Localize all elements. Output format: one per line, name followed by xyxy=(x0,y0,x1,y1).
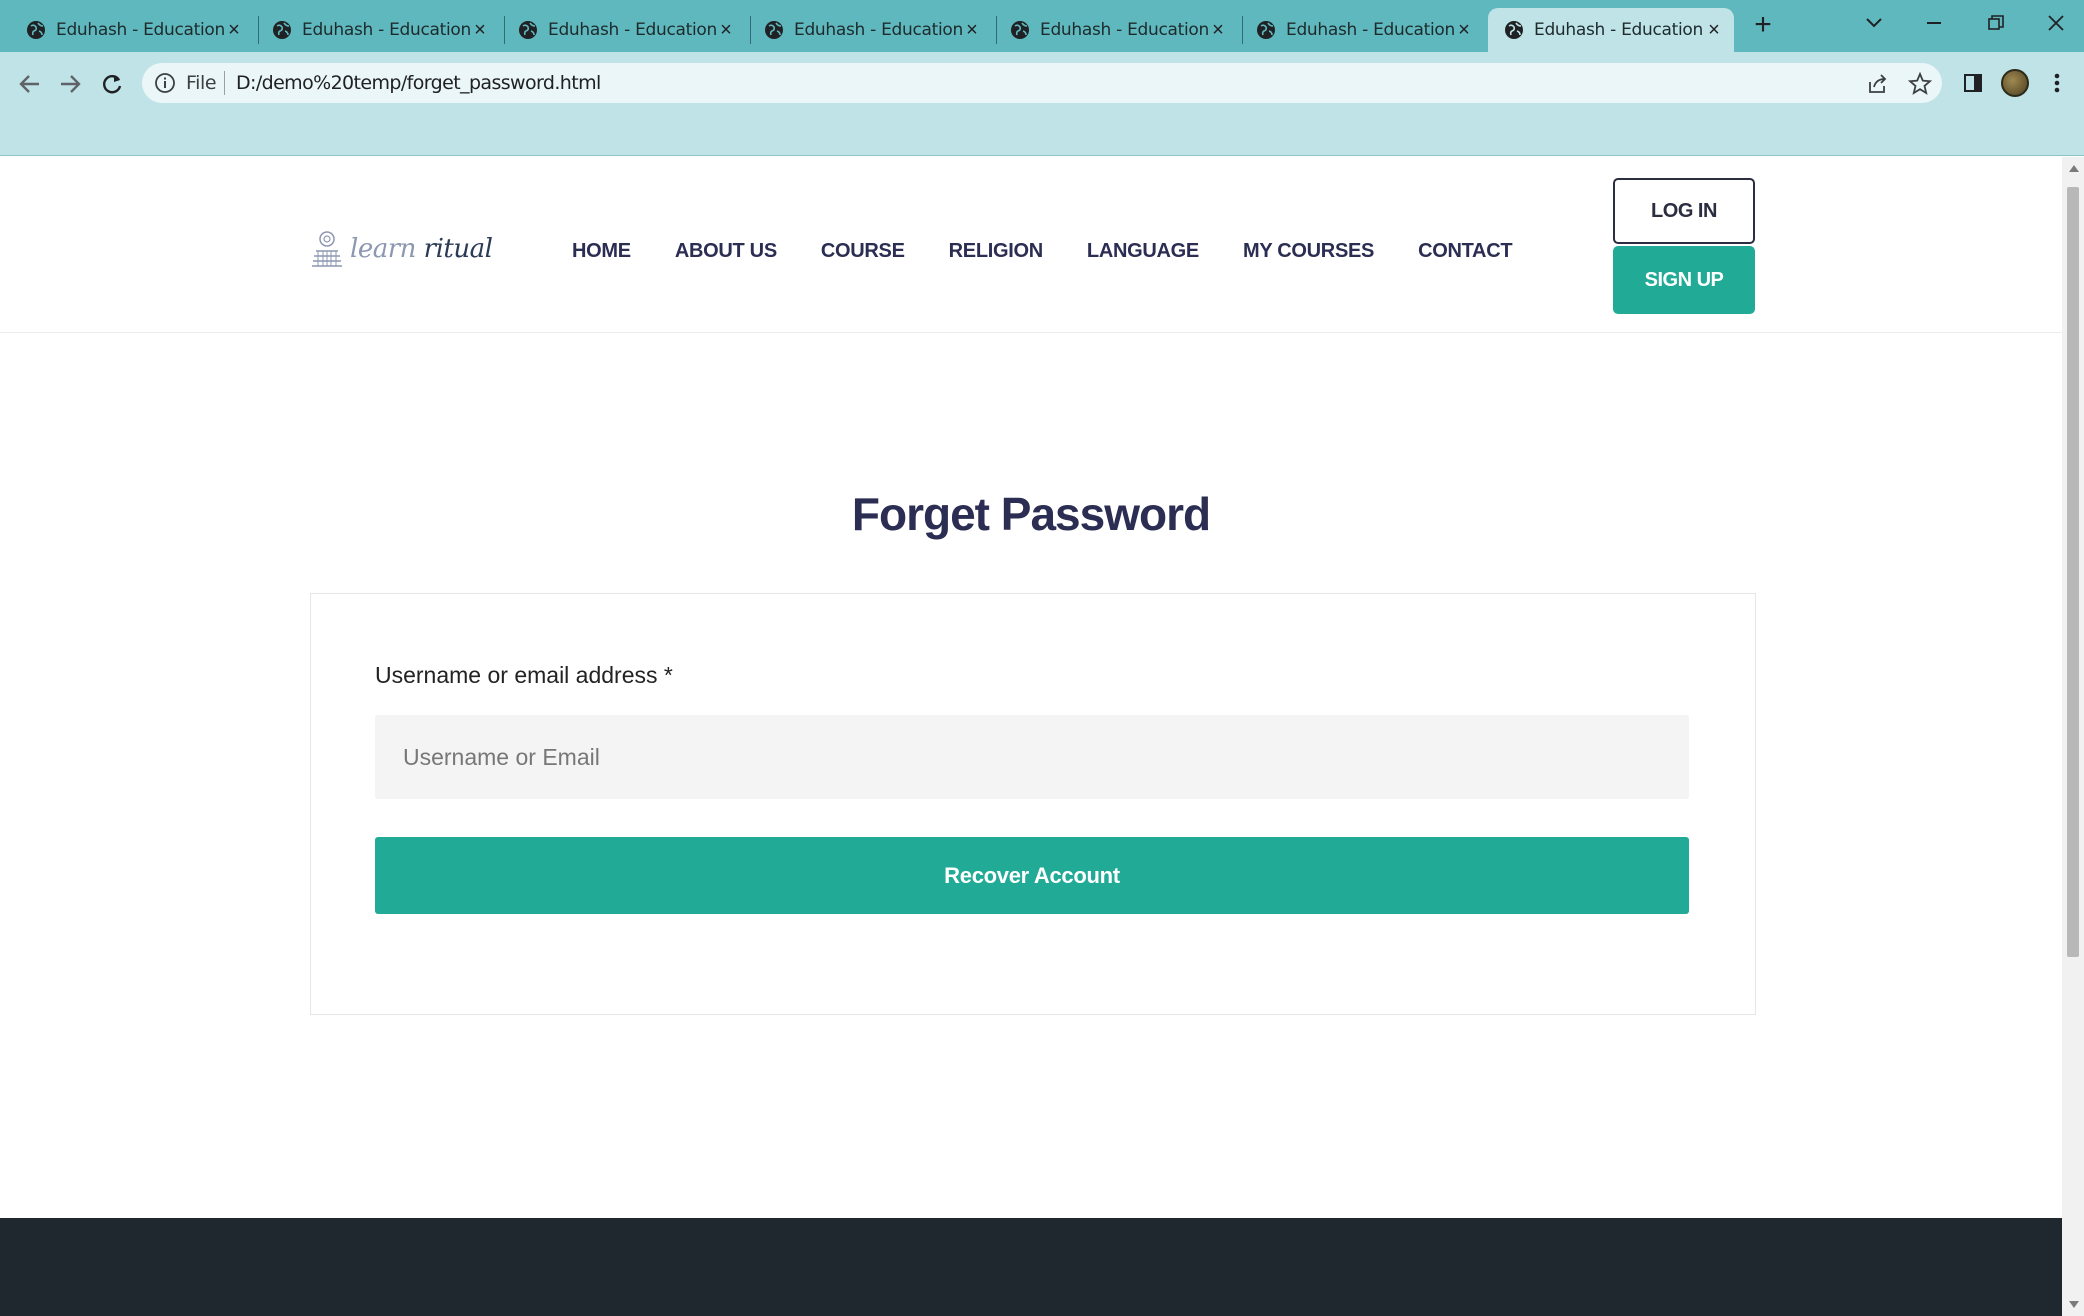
username-email-label: Username or email address * xyxy=(375,662,673,688)
close-tab-icon[interactable]: × xyxy=(1208,19,1228,41)
browser-tab-strip: Eduhash - Education LMS × Eduhash - Educ… xyxy=(0,0,2084,52)
bookmark-star-icon[interactable] xyxy=(1908,72,1932,96)
browser-tab-active[interactable]: Eduhash - Education LMS × xyxy=(1488,8,1734,52)
tab-search-icon[interactable] xyxy=(1854,6,1894,40)
tab-title: Eduhash - Education LMS xyxy=(1040,20,1208,40)
nav-my-courses[interactable]: MY COURSES xyxy=(1243,240,1374,263)
share-icon[interactable] xyxy=(1866,72,1890,96)
scroll-down-arrow-icon[interactable] xyxy=(2069,1301,2079,1308)
site-footer xyxy=(0,1218,2062,1316)
nav-contact[interactable]: CONTACT xyxy=(1418,240,1512,263)
back-arrow-icon[interactable] xyxy=(12,66,48,102)
tab-title: Eduhash - Education LMS xyxy=(1286,20,1454,40)
page-scrollbar[interactable] xyxy=(2062,157,2084,1316)
login-button[interactable]: LOG IN xyxy=(1613,178,1755,244)
nav-religion[interactable]: RELIGION xyxy=(949,240,1044,263)
globe-icon xyxy=(765,21,783,39)
main-nav: HOME ABOUT US COURSE RELIGION LANGUAGE M… xyxy=(572,231,1513,271)
tab-title: Eduhash - Education LMS xyxy=(56,20,224,40)
globe-icon xyxy=(1257,21,1275,39)
site-logo[interactable]: learn ritual xyxy=(310,227,493,271)
close-tab-icon[interactable]: × xyxy=(224,19,244,41)
minimize-icon[interactable] xyxy=(1914,6,1954,40)
close-tab-icon[interactable]: × xyxy=(962,19,982,41)
forward-arrow-icon[interactable] xyxy=(52,66,88,102)
username-email-input[interactable] xyxy=(375,715,1689,799)
profile-avatar[interactable] xyxy=(1998,66,2032,100)
close-tab-icon[interactable]: × xyxy=(1454,19,1474,41)
browser-tab[interactable]: Eduhash - Education LMS × xyxy=(256,8,500,52)
forget-password-card: Username or email address * Recover Acco… xyxy=(310,593,1756,1015)
signup-button[interactable]: SIGN UP xyxy=(1613,246,1755,314)
recover-account-button[interactable]: Recover Account xyxy=(375,837,1689,914)
site-header: learn ritual HOME ABOUT US COURSE RELIGI… xyxy=(0,157,2062,333)
globe-icon xyxy=(1505,21,1523,39)
browser-tab[interactable]: Eduhash - Education LMS × xyxy=(994,8,1238,52)
globe-icon xyxy=(519,21,537,39)
scroll-up-arrow-icon[interactable] xyxy=(2069,165,2079,172)
scroll-thumb[interactable] xyxy=(2067,187,2079,957)
globe-icon xyxy=(27,21,45,39)
close-tab-icon[interactable]: × xyxy=(716,19,736,41)
new-tab-icon[interactable]: + xyxy=(1748,10,1778,44)
info-icon[interactable] xyxy=(154,72,176,94)
nav-course[interactable]: COURSE xyxy=(821,240,905,263)
nav-language[interactable]: LANGUAGE xyxy=(1087,240,1199,263)
browser-tab[interactable]: Eduhash - Education LMS × xyxy=(502,8,746,52)
address-separator xyxy=(224,71,225,95)
reload-icon[interactable] xyxy=(94,66,130,102)
tab-title: Eduhash - Education LMS xyxy=(548,20,716,40)
page-viewport: learn ritual HOME ABOUT US COURSE RELIGI… xyxy=(0,157,2062,1316)
browser-tab[interactable]: Eduhash - Education LMS × xyxy=(10,8,254,52)
tab-title: Eduhash - Education LMS xyxy=(1534,20,1704,40)
side-panel-icon[interactable] xyxy=(1956,66,1990,100)
logo-word-ritual: ritual xyxy=(423,234,493,264)
page-title: Forget Password xyxy=(851,488,1211,540)
url-scheme-label: File xyxy=(186,72,217,94)
close-tab-icon[interactable]: × xyxy=(1704,19,1724,41)
close-window-icon[interactable] xyxy=(2036,6,2076,40)
url-text[interactable]: D:/demo%20temp/forget_password.html xyxy=(236,72,601,94)
browser-toolbar: File D:/demo%20temp/forget_password.html xyxy=(0,52,2084,156)
nav-home[interactable]: HOME xyxy=(572,240,631,263)
browser-tab[interactable]: Eduhash - Education LMS × xyxy=(1240,8,1484,52)
logo-word-learn: learn xyxy=(350,234,416,264)
nav-about-us[interactable]: ABOUT US xyxy=(675,240,777,263)
close-tab-icon[interactable]: × xyxy=(470,19,490,41)
address-bar[interactable]: File D:/demo%20temp/forget_password.html xyxy=(142,63,1942,103)
more-menu-icon[interactable] xyxy=(2040,66,2074,100)
globe-icon xyxy=(1011,21,1029,39)
tab-title: Eduhash - Education LMS xyxy=(794,20,962,40)
globe-icon xyxy=(273,21,291,39)
tab-title: Eduhash - Education LMS xyxy=(302,20,470,40)
logo-temple-icon xyxy=(312,231,342,267)
restore-icon[interactable] xyxy=(1976,6,2016,40)
browser-tab[interactable]: Eduhash - Education LMS × xyxy=(748,8,992,52)
logo-wordmark: learn ritual xyxy=(350,234,493,264)
